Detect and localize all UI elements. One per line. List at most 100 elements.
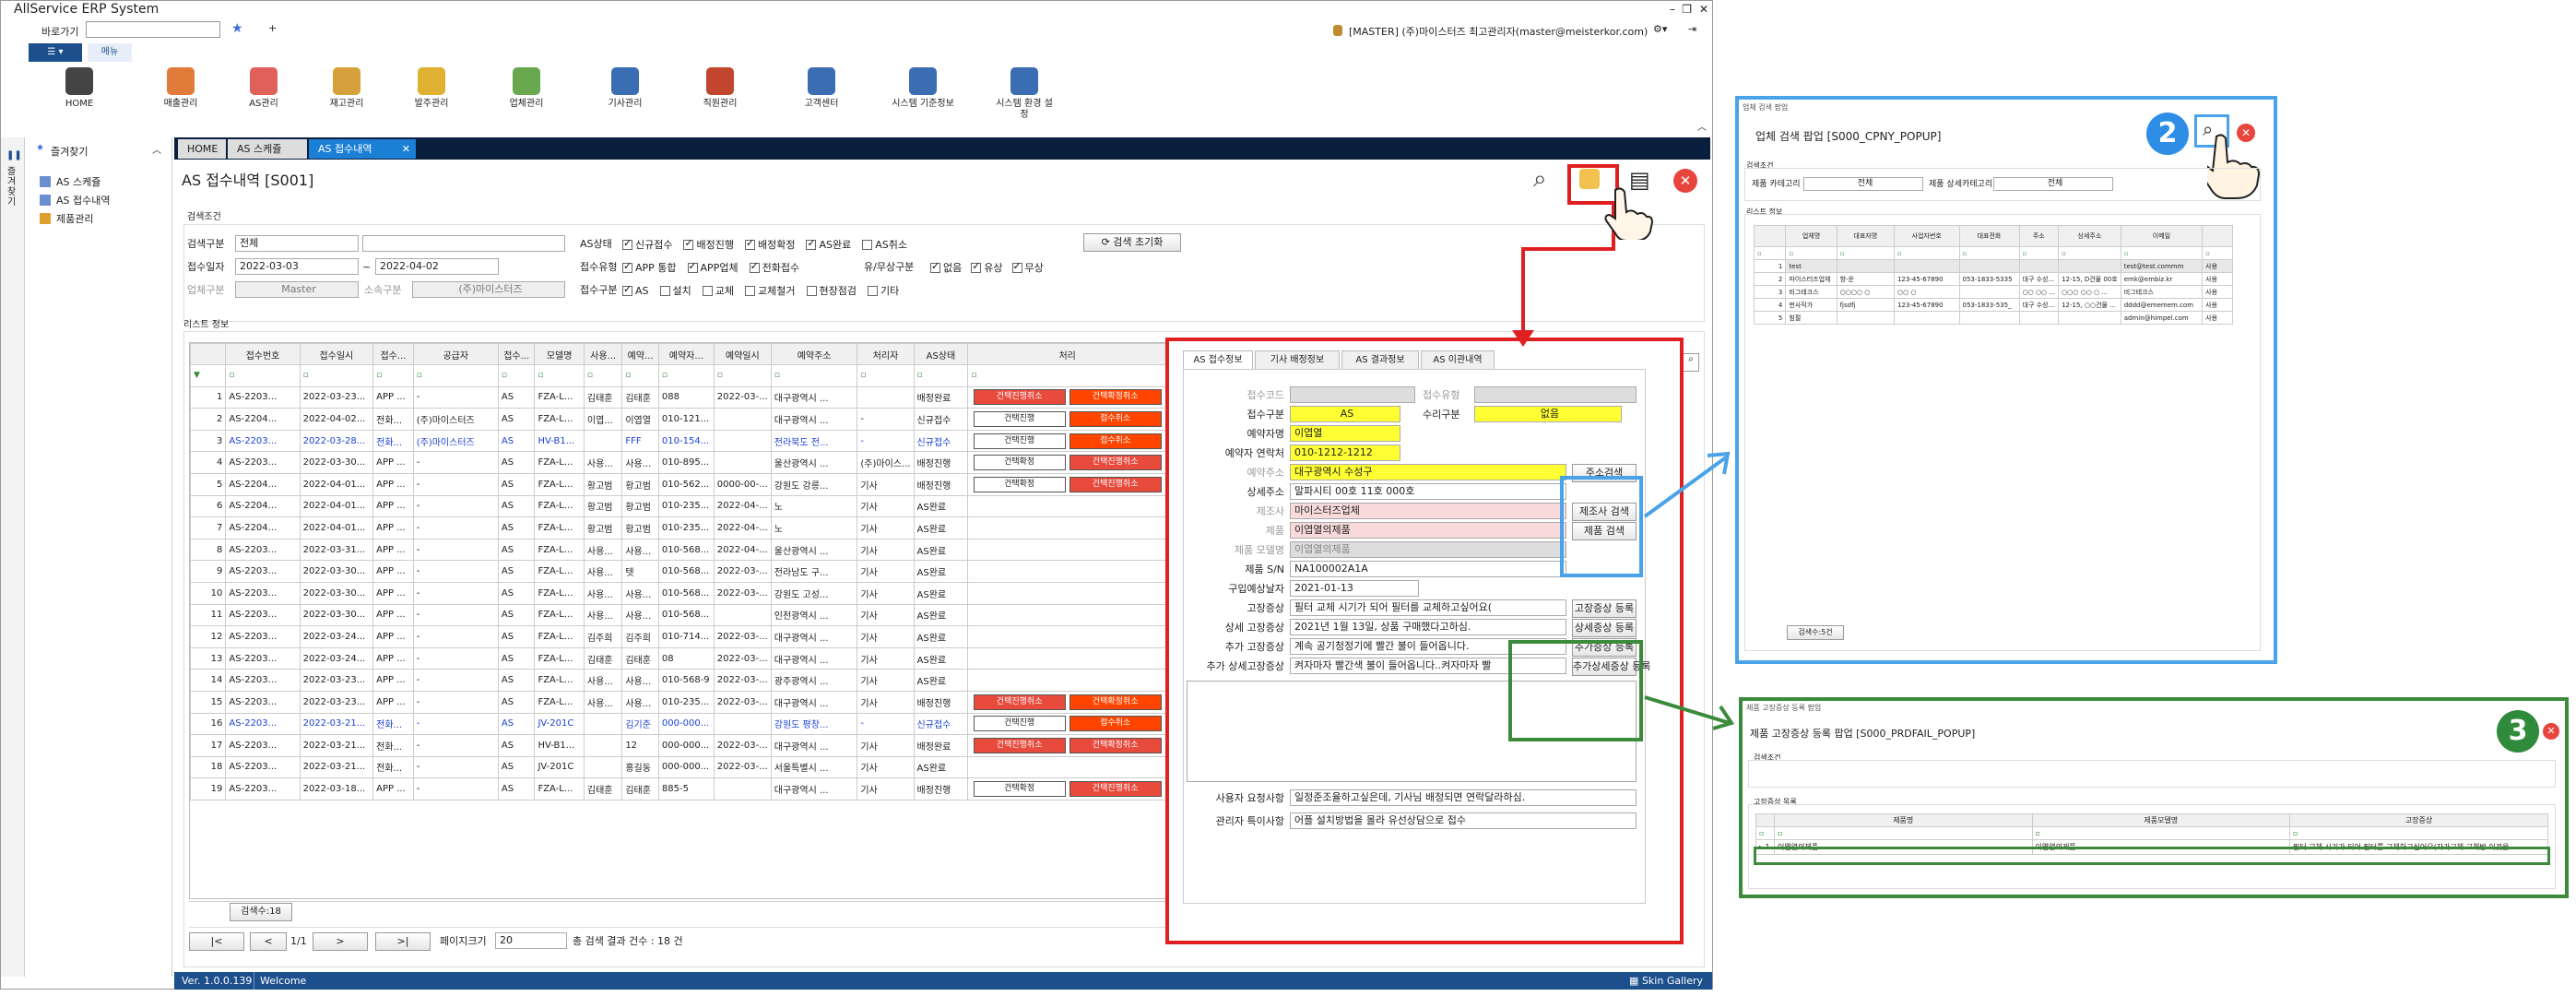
popup2-filter-cell[interactable]: ▫ xyxy=(2031,826,2291,840)
table-row[interactable]: 5 AS-2204... 2022-04-01... APP ... - AS FZA-L.… xyxy=(190,472,1165,496)
grid-cell-m[interactable]: FZA-L... xyxy=(534,560,585,583)
grid-cell-u[interactable]: 김주희 xyxy=(583,625,623,648)
grid-cell-s[interactable]: 신규접수 xyxy=(913,408,969,431)
grid-cell-m[interactable]: FZA-L... xyxy=(534,603,585,627)
grid-cell-w[interactable]: (주)마이스... xyxy=(857,451,915,474)
grid-cell-n[interactable]: 2 xyxy=(190,408,227,431)
grid-cell-sp[interactable]: (주)마이스터즈 xyxy=(412,429,499,453)
grid-cell-dt[interactable]: 2022-03-30... xyxy=(299,603,374,627)
grid-cell-n[interactable]: 13 xyxy=(190,646,227,670)
grid-cell-r[interactable]: 김태훈 xyxy=(621,646,659,670)
grid-cell-c[interactable]: AS xyxy=(497,494,536,518)
grid-cell-rd[interactable] xyxy=(713,429,772,453)
grid-cell-rd[interactable]: 2022-03-... xyxy=(713,385,772,409)
row-action-button-1[interactable]: 건택진행 xyxy=(973,716,1066,732)
checkbox[interactable] xyxy=(683,237,694,250)
grid-cell-s[interactable]: AS완료 xyxy=(913,494,969,518)
grid-cell-a[interactable]: 전라북도 전... xyxy=(770,429,858,453)
checkbox[interactable] xyxy=(622,283,632,296)
grid-cell-m[interactable]: FZA-L... xyxy=(534,494,585,518)
grid-filter-cell[interactable]: ▼ xyxy=(190,364,227,387)
grid-cell-u[interactable]: 사용... xyxy=(583,560,623,583)
grid-cell-s[interactable]: 배정완료 xyxy=(913,734,969,757)
grid-cell-r[interactable]: 사용... xyxy=(621,538,659,562)
grid-cell-id[interactable]: AS-2203... xyxy=(225,755,301,779)
grid-cell-p[interactable]: 010-121... xyxy=(657,408,715,431)
grid-cell-s[interactable]: 배정진행 xyxy=(913,777,969,800)
grid-cell-a[interactable]: 대구광역시 ... xyxy=(770,408,858,431)
grid-cell-c[interactable]: AS xyxy=(497,538,536,562)
grid-cell-dt[interactable]: 2022-03-21... xyxy=(299,734,374,757)
grid-cell-w[interactable]: 기사 xyxy=(857,516,915,540)
grid-col-header[interactable]: 처리자 xyxy=(857,343,915,365)
grid-cell-sp[interactable]: - xyxy=(412,560,499,583)
checkbox[interactable] xyxy=(806,237,817,250)
tab-home[interactable]: HOME xyxy=(178,139,226,159)
popup1-col-header[interactable]: 주소 xyxy=(2018,225,2060,247)
grid-cell-sp[interactable]: - xyxy=(412,755,499,779)
close-icon[interactable]: ✕ xyxy=(1699,1,1708,18)
popup1-cell[interactable]: 대구 수성... xyxy=(2018,298,2060,312)
popup1-cell[interactable]: dddd@ememem.com xyxy=(2120,298,2204,312)
popup1-filter-cell[interactable]: ▫ xyxy=(2120,246,2204,260)
grid-cell-a[interactable]: 대구광역시 ... xyxy=(770,646,858,670)
grid-cell-w[interactable]: 기사 xyxy=(857,625,915,648)
grid-filter-cell[interactable]: ▫ xyxy=(299,364,374,387)
popup1-cell[interactable]: 대구 수성... xyxy=(2018,272,2060,286)
grid-cell-p[interactable]: 010-235... xyxy=(657,516,715,540)
row-action-button-2[interactable]: 건택확정취소 xyxy=(1069,389,1162,406)
popup1-cell[interactable]: 마이스터즈업체 xyxy=(1785,272,1837,286)
grid-cell-n[interactable]: 7 xyxy=(190,516,227,540)
grid-col-header[interactable]: 예약일시 xyxy=(713,343,772,365)
table-row[interactable]: 18 AS-2203... 2022-03-21... 전화... - AS JV-201C… xyxy=(190,755,1165,779)
grid-cell-dt[interactable]: 2022-03-30... xyxy=(299,560,374,583)
grid-cell-c[interactable]: AS xyxy=(497,429,536,453)
grid-cell-sp[interactable]: - xyxy=(412,516,499,540)
star-icon[interactable]: ★ xyxy=(231,21,243,36)
row-action-button-2[interactable]: 접수취소 xyxy=(1069,433,1162,449)
grid-cell-rd[interactable]: 2022-03-... xyxy=(713,669,772,692)
checkbox[interactable] xyxy=(930,260,940,273)
grid-cell-r[interactable]: 사용... xyxy=(621,603,659,627)
checkbox[interactable] xyxy=(622,237,632,250)
pager-last[interactable]: >| xyxy=(375,932,431,951)
table-row[interactable]: 15 AS-2203... 2022-03-23... APP ... - AS FZA-L… xyxy=(190,690,1165,714)
grid-cell-m[interactable]: FZA-L... xyxy=(534,516,585,540)
status_opts-option-4[interactable]: AS취소 xyxy=(862,239,907,251)
grid-cell-rd[interactable]: 2022-04-... xyxy=(713,516,772,540)
checkbox[interactable] xyxy=(659,286,670,296)
favorites-side-icon[interactable]: ❚❚ xyxy=(6,150,22,160)
grid-cell-a[interactable]: 노 xyxy=(770,516,858,540)
grid-cell-rd[interactable] xyxy=(713,712,772,736)
grid-cell-rt[interactable]: APP ... xyxy=(372,385,414,409)
grid-cell-sp[interactable]: - xyxy=(412,777,499,800)
popup1-cell[interactable] xyxy=(1958,311,2020,325)
page-size-select[interactable]: 20 xyxy=(495,932,567,949)
pager-next[interactable]: > xyxy=(313,932,368,951)
grid-filter-cell[interactable]: ▫ xyxy=(372,364,414,387)
grid-cell-p[interactable]: 010-235... xyxy=(657,690,715,714)
row-action-button-1[interactable]: 건택진행취소 xyxy=(973,694,1066,710)
grid-cell-a[interactable]: 강원도 평창... xyxy=(770,712,858,736)
grid-cell-w[interactable]: 기사 xyxy=(857,646,915,670)
grid-cell-m[interactable]: FZA-L... xyxy=(534,385,585,409)
checkbox[interactable] xyxy=(1011,260,1022,273)
ribbon-item-7[interactable]: 직원관리 xyxy=(688,67,752,110)
grid-cell-id[interactable]: AS-2203... xyxy=(225,538,301,562)
popup1-filter-cell[interactable]: ▫ xyxy=(2018,246,2060,260)
grid-cell-dt[interactable]: 2022-03-21... xyxy=(299,712,374,736)
panel-toggle-icon[interactable]: ⌕ xyxy=(1683,353,1699,372)
grid-cell-w[interactable]: 기사 xyxy=(857,690,915,714)
grid-cell-rd[interactable]: 2022-03-... xyxy=(713,734,772,757)
checkbox[interactable] xyxy=(806,286,817,296)
ribbon-item-6[interactable]: 기사관리 xyxy=(593,67,657,110)
grid-cell-sp[interactable]: - xyxy=(412,712,499,736)
grid-cell-p[interactable]: 010-568... xyxy=(657,603,715,627)
table-row[interactable]: 9 AS-2203... 2022-03-30... APP ... - AS FZA-L.… xyxy=(190,560,1165,583)
grid-cell-dt[interactable]: 2022-03-21... xyxy=(299,755,374,779)
ribbon-item-10[interactable]: 시스템 환경 설정 xyxy=(992,67,1057,121)
popup2-col-header[interactable]: 고장증상 xyxy=(2289,813,2548,827)
grid-cell-n[interactable]: 4 xyxy=(190,451,227,474)
grid-cell-r[interactable]: 사용... xyxy=(621,690,659,714)
grid-cell-u[interactable]: 황고범 xyxy=(583,472,623,496)
